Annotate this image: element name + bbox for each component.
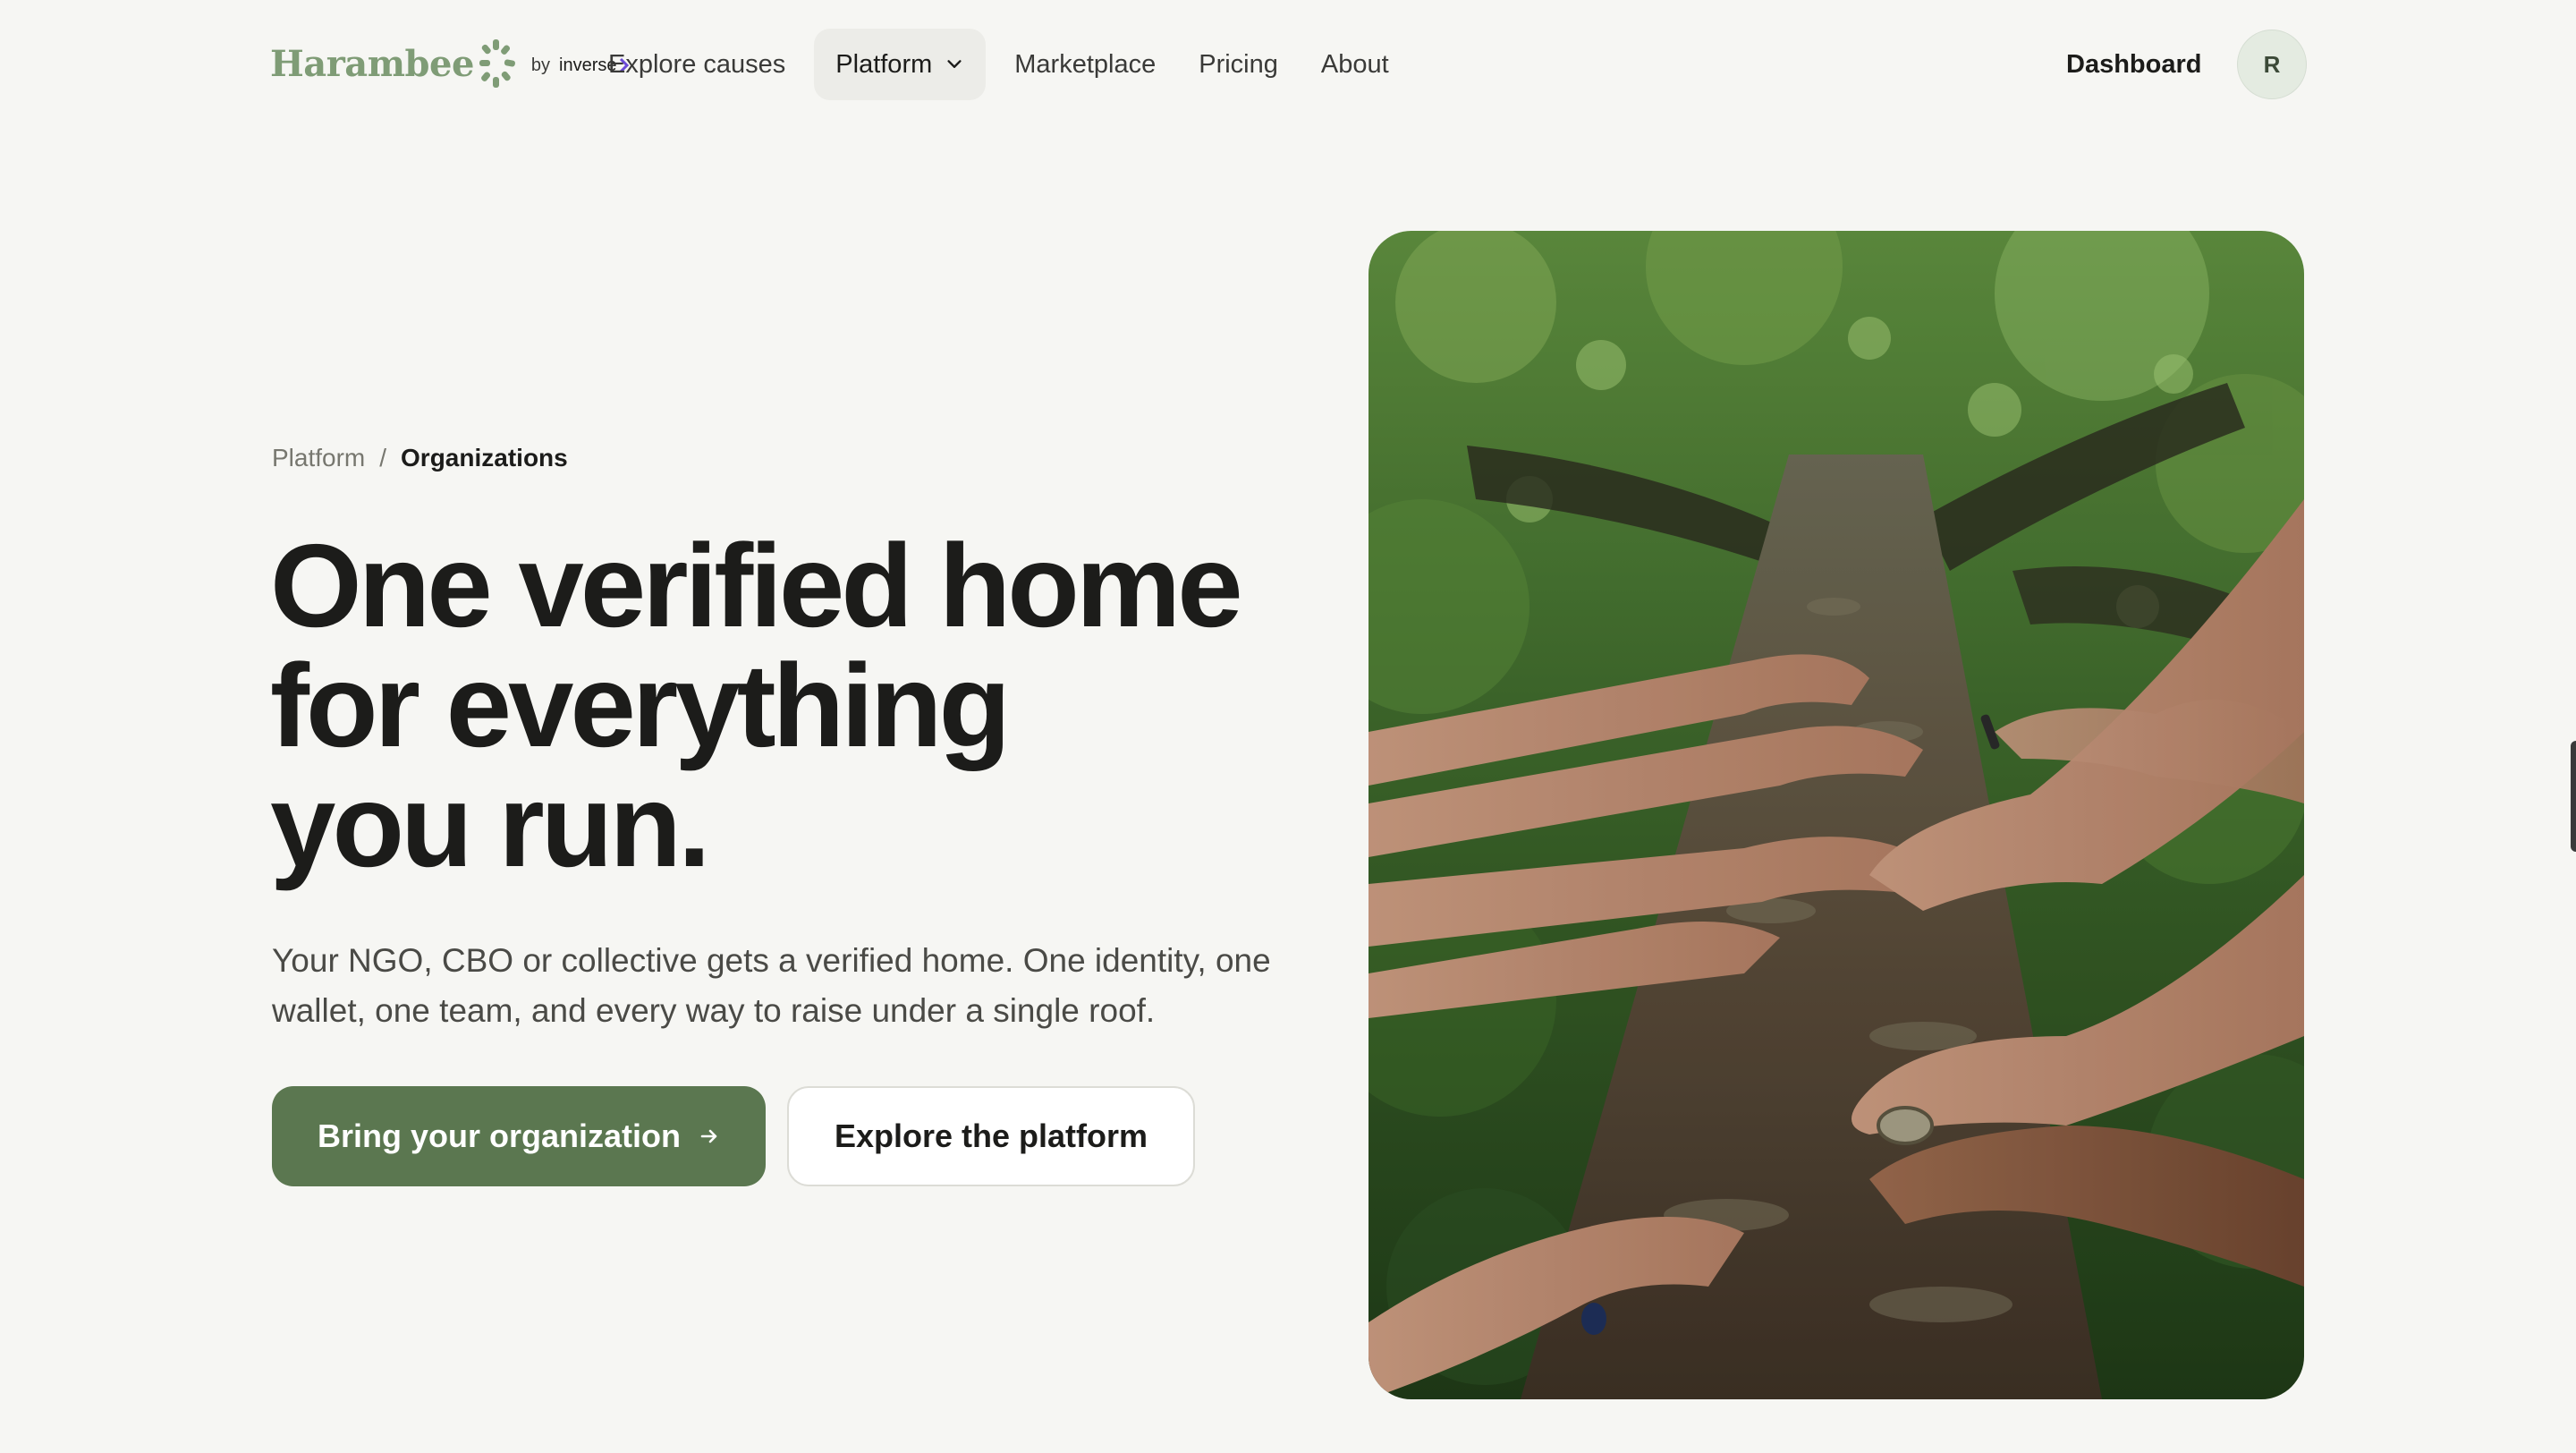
- bring-organization-button[interactable]: Bring your organization: [272, 1086, 766, 1186]
- logo-wordmark: Harambee: [270, 42, 474, 85]
- nav-platform-dropdown[interactable]: Platform: [814, 29, 987, 100]
- explore-platform-label: Explore the platform: [834, 1117, 1148, 1154]
- breadcrumb-current: Organizations: [401, 444, 568, 472]
- hero-subtitle-line: wallet, one team, and every way to raise…: [272, 992, 1156, 1029]
- nav-about-label: About: [1320, 49, 1389, 79]
- top-navigation: Harambee by inverse Explore causes Platf…: [0, 0, 2576, 129]
- nav-marketplace-label: Marketplace: [1014, 49, 1157, 79]
- hero-subtitle-line: Your NGO, CBO or collective gets a verif…: [272, 942, 1271, 979]
- dashboard-link[interactable]: Dashboard: [2048, 29, 2219, 100]
- bring-organization-label: Bring your organization: [317, 1117, 681, 1154]
- edge-scroll-handle[interactable]: [2571, 741, 2576, 852]
- breadcrumb-platform-link[interactable]: Platform: [272, 444, 365, 472]
- hero-subtitle: Your NGO, CBO or collective gets a verif…: [272, 936, 1274, 1036]
- hero-photo-illustration: [1368, 231, 2304, 1399]
- page: Harambee by inverse Explore causes Platf…: [0, 0, 2576, 1453]
- nav-pricing[interactable]: Pricing: [1177, 29, 1300, 100]
- logo-by-text: by: [530, 55, 551, 75]
- nav-platform-label: Platform: [835, 49, 933, 79]
- hero-title-line: One verified home: [270, 520, 1243, 651]
- hero-title: One verified home for everything you run…: [270, 526, 1290, 886]
- user-avatar[interactable]: R: [2237, 30, 2307, 99]
- nav-about[interactable]: About: [1300, 29, 1411, 100]
- hero-title-line: for everything: [270, 640, 1011, 771]
- sunburst-icon: [479, 39, 515, 88]
- nav-marketplace[interactable]: Marketplace: [993, 29, 1177, 100]
- hero-photo-hands-on-tree: [1368, 231, 2304, 1399]
- main-nav: Explore causes Platform Marketplace Pric…: [587, 29, 1411, 100]
- nav-pricing-label: Pricing: [1199, 49, 1278, 79]
- breadcrumb: Platform / Organizations: [272, 444, 568, 472]
- arrow-right-icon: [700, 1129, 717, 1143]
- hero-title-line: you run.: [270, 760, 711, 891]
- nav-explore-causes-label: Explore causes: [608, 49, 786, 79]
- chevron-down-icon: [947, 60, 962, 68]
- nav-explore-causes[interactable]: Explore causes: [587, 29, 807, 100]
- breadcrumb-separator: /: [379, 444, 387, 472]
- harambee-logo[interactable]: Harambee by inverse: [270, 34, 630, 93]
- explore-platform-button[interactable]: Explore the platform: [787, 1086, 1195, 1186]
